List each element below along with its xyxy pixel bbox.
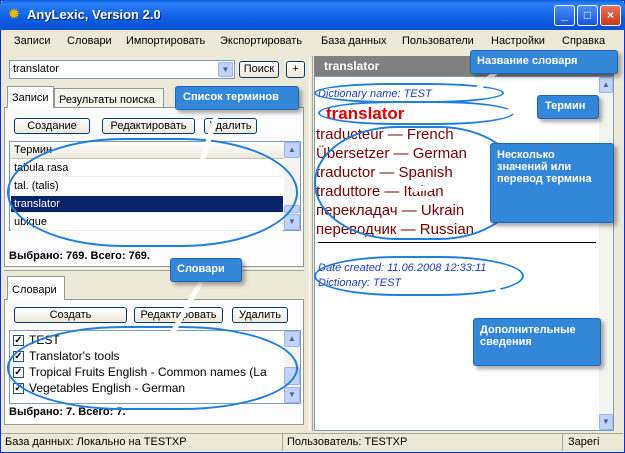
callout-dictionary-name: Название словаря [470,50,618,74]
tab-dictionaries[interactable]: Словари [7,276,65,300]
status-divider [562,434,563,451]
callout-term: Термин [537,95,599,119]
status-divider [282,434,283,451]
status-user: Пользователь: TESTXP [287,436,408,448]
callout-extra-info: Дополнительные сведения [473,318,601,366]
status-registration: Зарегі [568,436,600,448]
status-database: База данных: Локально на TESTXP [5,436,187,448]
callout-values: Несколько значений или перевод термина [490,143,614,223]
callout-terms-list: Список терминов [175,86,299,110]
tab-records[interactable]: Записи [7,86,54,108]
callout-dictionaries: Словари [170,258,242,282]
